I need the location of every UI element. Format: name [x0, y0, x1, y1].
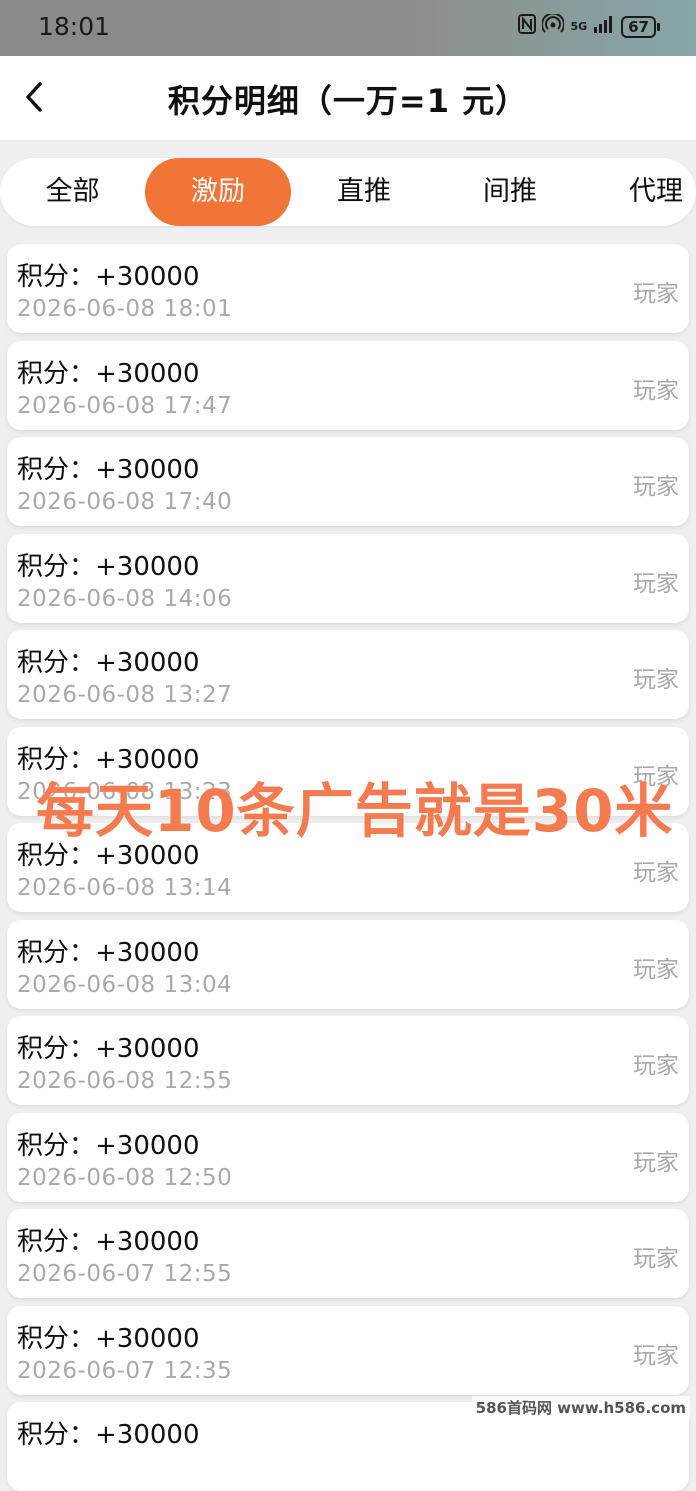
record-type: 玩家 — [633, 474, 679, 500]
points-amount: 积分：+30000 — [17, 1131, 200, 1161]
record-time: 2026-06-08 13:27 — [17, 682, 233, 708]
record-type: 玩家 — [633, 1246, 679, 1272]
points-amount: 积分：+30000 — [17, 938, 200, 968]
nfc-icon — [518, 14, 537, 39]
points-amount: 积分：+30000 — [17, 745, 200, 775]
record-time: 2026-06-07 12:35 — [17, 1358, 233, 1384]
points-amount: 积分：+30000 — [17, 359, 200, 389]
record-type: 玩家 — [633, 957, 679, 983]
signal-icon — [593, 15, 615, 38]
list-item[interactable]: 积分：+30000 2026-06-08 13:27 玩家 — [7, 630, 689, 719]
promo-overlay-caption: 每天10条广告就是30米 — [36, 777, 674, 845]
points-amount: 积分：+30000 — [17, 1324, 200, 1354]
list-item[interactable]: 积分：+30000 2026-06-08 13:04 玩家 — [7, 920, 689, 1009]
status-time: 18:01 — [38, 12, 111, 41]
header: 积分明细（一万=1 元） — [0, 56, 696, 141]
list-item[interactable]: 积分：+30000 2026-06-07 12:35 玩家 — [7, 1306, 689, 1395]
record-type: 玩家 — [633, 667, 679, 693]
battery-icon: 67 — [621, 15, 660, 38]
list-item[interactable]: 积分：+30000 2026-06-08 12:55 玩家 — [7, 1016, 689, 1105]
points-amount: 积分：+30000 — [17, 648, 200, 678]
record-type: 玩家 — [633, 378, 679, 404]
record-time: 2026-06-08 12:50 — [17, 1165, 233, 1191]
network-type-label: 5G — [570, 20, 588, 33]
points-amount: 积分：+30000 — [17, 1034, 200, 1064]
record-type: 玩家 — [633, 1150, 679, 1176]
list-item[interactable]: 积分：+30000 2026-06-08 12:50 玩家 — [7, 1113, 689, 1202]
points-amount: 积分：+30000 — [17, 455, 200, 485]
tab-direct[interactable]: 直推 — [291, 158, 437, 226]
list-item[interactable]: 积分：+30000 2026-06-08 18:01 玩家 — [7, 244, 689, 333]
tab-incentive[interactable]: 激励 — [145, 158, 291, 226]
site-watermark: 586首码网 www.h586.com — [471, 1396, 690, 1419]
record-type: 玩家 — [633, 1343, 679, 1369]
tab-agent[interactable]: 代理 — [583, 158, 696, 226]
record-type: 玩家 — [633, 1053, 679, 1079]
record-time: 2026-06-07 12:55 — [17, 1261, 233, 1287]
tab-all[interactable]: 全部 — [0, 158, 145, 226]
list-item[interactable]: 积分：+30000 2026-06-08 14:06 玩家 — [7, 534, 689, 623]
record-time: 2026-06-08 14:06 — [17, 586, 233, 612]
tab-bar: 全部 激励 直推 间推 代理 — [0, 158, 696, 226]
record-time: 2026-06-08 17:47 — [17, 393, 233, 419]
page-title: 积分明细（一万=1 元） — [167, 82, 529, 120]
points-amount: 积分：+30000 — [17, 262, 200, 292]
record-type: 玩家 — [633, 860, 679, 886]
record-type: 玩家 — [633, 281, 679, 307]
hotspot-icon — [541, 12, 566, 39]
list-item[interactable]: 积分：+30000 2026-06-08 17:40 玩家 — [7, 437, 689, 526]
list-item[interactable]: 积分：+30000 2026-06-07 12:55 玩家 — [7, 1209, 689, 1298]
status-icons: 5G 67 — [518, 12, 660, 39]
record-type: 玩家 — [633, 571, 679, 597]
points-amount: 积分：+30000 — [17, 552, 200, 582]
points-amount: 积分：+30000 — [17, 1420, 200, 1450]
record-time: 2026-06-08 13:14 — [17, 875, 233, 901]
record-time: 2026-06-08 17:40 — [17, 489, 233, 515]
points-amount: 积分：+30000 — [17, 1227, 200, 1257]
record-time: 2026-06-08 12:55 — [17, 1068, 233, 1094]
record-time: 2026-06-08 13:04 — [17, 972, 233, 998]
status-bar: 18:01 5G 67 — [0, 0, 696, 56]
record-time: 2026-06-08 18:01 — [17, 296, 233, 322]
list-item[interactable]: 积分：+30000 2026-06-08 17:47 玩家 — [7, 341, 689, 430]
tab-indirect[interactable]: 间推 — [437, 158, 583, 226]
